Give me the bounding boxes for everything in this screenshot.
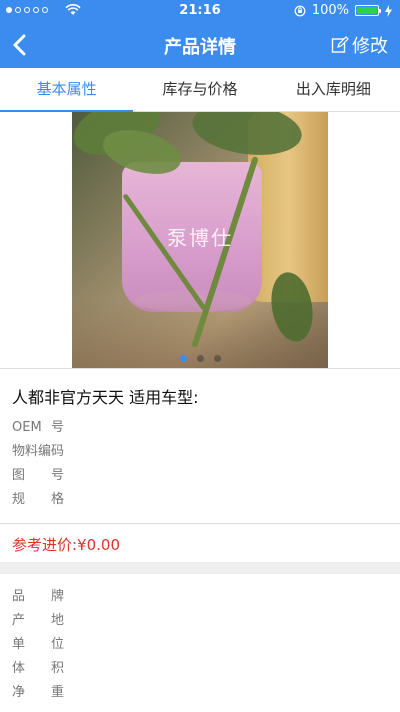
- tab-basic-attributes[interactable]: 基本属性: [0, 68, 134, 112]
- attribute-row-drawing-number: 图号: [12, 464, 64, 488]
- pager-dot[interactable]: [196, 355, 204, 362]
- attribute-label: 图号: [12, 468, 64, 483]
- divider: [0, 523, 400, 524]
- attribute-label: 物料编码: [12, 444, 65, 459]
- pager-dot[interactable]: [213, 355, 221, 362]
- detail-row-origin: 产地: [12, 609, 64, 633]
- attribute-row-material-code: 物料编码: [12, 440, 64, 464]
- attribute-row-oem: OEM号: [12, 416, 64, 440]
- attribute-list: OEM号 物料编码 图号 规格: [12, 416, 64, 512]
- divider: [0, 368, 400, 369]
- edit-button[interactable]: 修改: [331, 32, 388, 58]
- detail-label: 产地: [12, 613, 64, 628]
- photo-watermark: 泵博仕: [167, 226, 233, 250]
- charging-icon: [385, 4, 392, 17]
- edit-icon: [331, 36, 349, 53]
- attribute-row-specification: 规格: [12, 488, 64, 512]
- tab-stock-and-price[interactable]: 库存与价格: [133, 68, 266, 111]
- detail-row-net-weight: 净重: [12, 681, 64, 705]
- status-bar: 21:16 100%: [0, 0, 400, 22]
- orientation-lock-icon: [294, 5, 306, 16]
- section-separator: [0, 562, 400, 574]
- carousel-pager: [72, 355, 328, 362]
- attribute-label: OEM号: [12, 420, 64, 435]
- detail-label: 净重: [12, 685, 64, 700]
- detail-label: 品牌: [12, 589, 64, 604]
- product-image-carousel[interactable]: 泵博仕: [72, 112, 328, 368]
- edit-label: 修改: [352, 36, 388, 57]
- product-name: 人都非官方天天 适用车型:: [12, 388, 199, 407]
- attribute-label: 规格: [12, 492, 64, 507]
- battery-percentage: 100%: [311, 3, 349, 18]
- detail-row-unit: 单位: [12, 633, 64, 657]
- battery-icon: [355, 5, 381, 16]
- tab-inventory-details[interactable]: 出入库明细: [267, 68, 400, 111]
- pager-dot-active[interactable]: [179, 355, 187, 362]
- detail-row-volume: 体积: [12, 657, 64, 681]
- battery-level: [357, 7, 377, 14]
- detail-label: 单位: [12, 637, 64, 652]
- reference-purchase-price: 参考进价:¥0.00: [12, 536, 120, 554]
- detail-list: 品牌 产地 单位 体积 净重: [12, 585, 64, 705]
- status-right: 100%: [294, 3, 392, 18]
- detail-row-brand: 品牌: [12, 585, 64, 609]
- tab-bar: 基本属性 库存与价格 出入库明细: [0, 68, 400, 112]
- detail-label: 体积: [12, 661, 64, 676]
- navigation-bar: 产品详情 修改: [0, 22, 400, 68]
